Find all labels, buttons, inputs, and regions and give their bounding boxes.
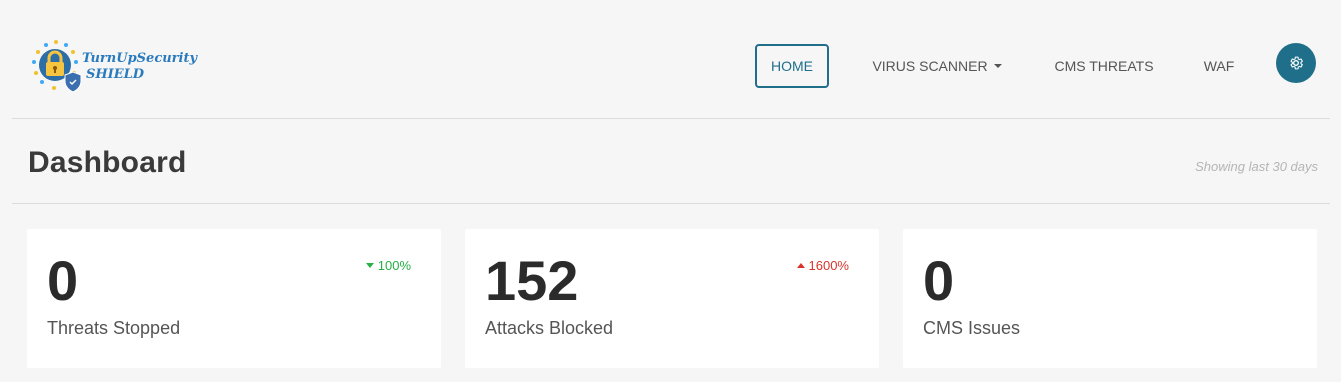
stat-card-attacks-blocked: 152 1600% Attacks Blocked bbox=[465, 229, 879, 368]
nav-virus-scanner-label: VIRUS SCANNER bbox=[872, 58, 988, 74]
nav-waf[interactable]: WAF bbox=[1202, 44, 1236, 88]
nav-home-label: HOME bbox=[771, 58, 813, 74]
page-title: Dashboard bbox=[28, 146, 187, 179]
trend-badge: 1600% bbox=[796, 258, 849, 273]
gear-icon bbox=[1290, 56, 1303, 70]
stat-label: CMS Issues bbox=[923, 318, 1021, 338]
stat-label: Threats Stopped bbox=[47, 318, 181, 338]
trend-badge: 100% bbox=[365, 258, 411, 273]
stat-value: 0 bbox=[923, 249, 955, 312]
trend-value: 100% bbox=[377, 258, 411, 273]
stat-value: 0 bbox=[47, 249, 79, 312]
header: TurnUpSecurity SHIELD HOME VIRUS SCANNER… bbox=[12, 0, 1330, 119]
chevron-down-icon bbox=[993, 64, 1002, 68]
stat-card-threats-stopped: 0 100% Threats Stopped bbox=[27, 229, 441, 368]
stat-card-cms-issues: 0 CMS Issues bbox=[903, 229, 1317, 368]
page: TurnUpSecurity SHIELD HOME VIRUS SCANNER… bbox=[0, 0, 1341, 382]
trend-down-icon bbox=[365, 263, 374, 268]
title-row: Dashboard Showing last 30 days bbox=[12, 119, 1330, 204]
brand-logo[interactable]: TurnUpSecurity SHIELD bbox=[28, 38, 198, 98]
nav-home[interactable]: HOME bbox=[755, 44, 829, 88]
nav-waf-label: WAF bbox=[1203, 58, 1235, 74]
nav-cms-threats-label: CMS THREATS bbox=[1054, 58, 1154, 74]
stat-label: Attacks Blocked bbox=[485, 318, 614, 338]
trend-up-icon bbox=[796, 263, 805, 268]
stat-value: 152 bbox=[485, 249, 579, 312]
brand-line2: SHIELD bbox=[86, 67, 145, 82]
nav-virus-scanner[interactable]: VIRUS SCANNER bbox=[872, 44, 1002, 88]
settings-button[interactable] bbox=[1276, 43, 1316, 83]
date-range-note: Showing last 30 days bbox=[1195, 159, 1318, 174]
nav-cms-threats[interactable]: CMS THREATS bbox=[1054, 44, 1154, 88]
brand-name: TurnUpSecurity SHIELD bbox=[82, 51, 197, 83]
padlock-shield-icon bbox=[32, 40, 82, 93]
brand-line1: TurnUpSecurity bbox=[82, 51, 198, 66]
trend-value: 1600% bbox=[808, 258, 849, 273]
